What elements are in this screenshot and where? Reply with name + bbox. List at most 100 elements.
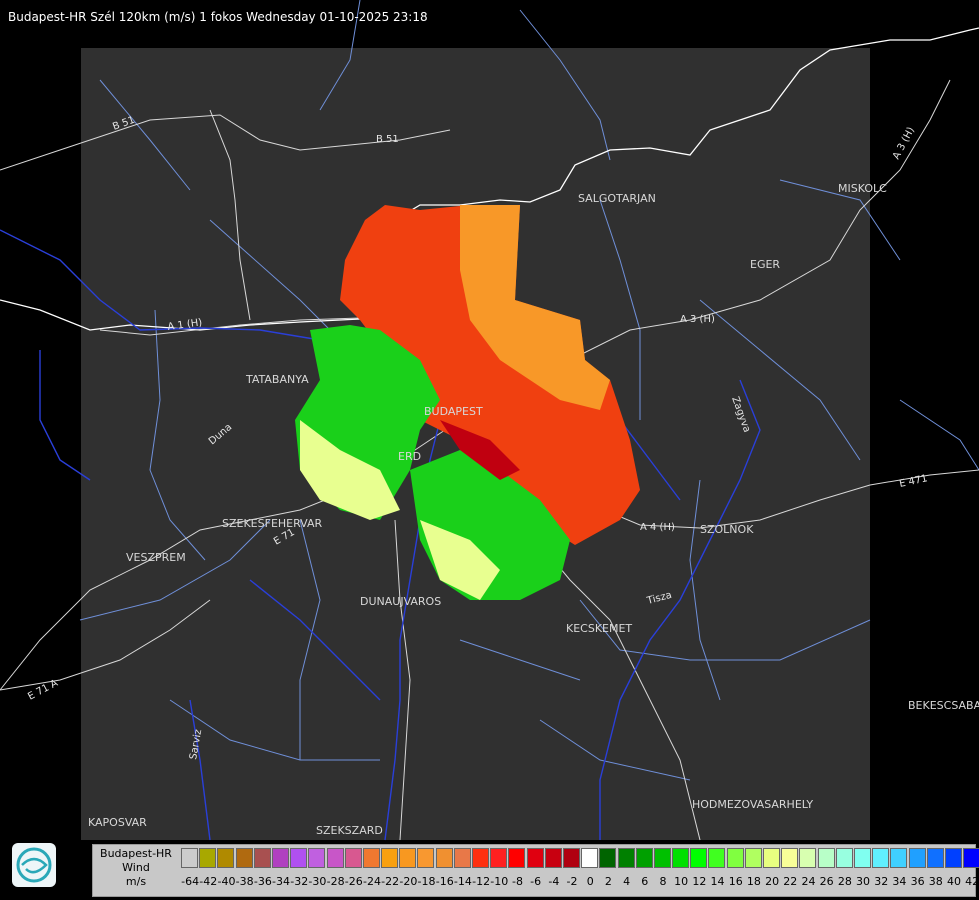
legend-tick-label: 8 (659, 875, 667, 888)
legend-swatch (799, 848, 817, 868)
legend-swatch (253, 848, 271, 868)
city-hodmezovasarhely: HODMEZOVASARHELY (692, 798, 813, 811)
legend-swatch (490, 848, 508, 868)
legend-swatch (672, 848, 690, 868)
city-kecskemet: KECSKEMET (566, 622, 632, 635)
city-budapest: BUDAPEST (424, 405, 483, 418)
legend-tick-label: 12 (692, 875, 707, 888)
legend-tick-label: -8 (511, 875, 523, 888)
legend-title-line-2: Wind (122, 861, 150, 874)
legend-swatch (835, 848, 853, 868)
legend-swatch (763, 848, 780, 868)
city-szekesfehervar: SZEKESFEHERVAR (222, 517, 323, 530)
legend-tick-label: -40 (217, 875, 236, 888)
legend-swatch (381, 848, 399, 868)
road-label-b51-east: B 51 (376, 134, 399, 145)
radar-map: SALGOTARJAN MISKOLC EGER TATABANYA BUDAP… (0, 0, 979, 900)
city-szekszard: SZEKSZARD (316, 824, 383, 837)
city-veszprem: VESZPREM (126, 551, 186, 564)
legend-swatch (217, 848, 235, 868)
legend-tick-label: 16 (728, 875, 743, 888)
legend-tick-label: -16 (435, 875, 454, 888)
legend-swatch (872, 848, 890, 868)
legend-swatch (308, 848, 326, 868)
city-tatabanya: TATABANYA (245, 373, 309, 386)
legend-swatch (817, 848, 835, 868)
legend-tick-label: 2 (604, 875, 612, 888)
legend-tick-label: -10 (490, 875, 509, 888)
legend-tick-label: -4 (548, 875, 560, 888)
legend-swatch (326, 848, 344, 868)
legend-swatch (599, 848, 617, 868)
legend-tick-label: -38 (235, 875, 254, 888)
legend-swatch (199, 848, 217, 868)
legend-swatch (708, 848, 726, 868)
legend-tick-label: -6 (530, 875, 542, 888)
legend-swatch (635, 848, 653, 868)
legend-swatch (890, 848, 908, 868)
legend-tick-label: -12 (472, 875, 491, 888)
legend-swatch (617, 848, 635, 868)
legend-swatch (963, 848, 979, 868)
legend-tick-label: 26 (819, 875, 834, 888)
legend-tick-label: 40 (946, 875, 961, 888)
city-bekescsaba: BEKESCSABA (908, 699, 979, 712)
legend-tick-label: 34 (892, 875, 907, 888)
legend-tick-label: 28 (837, 875, 852, 888)
legend-tick-label: -30 (308, 875, 327, 888)
city-salgotarjan: SALGOTARJAN (578, 192, 656, 205)
legend-tick-label: 38 (928, 875, 943, 888)
legend-swatch (290, 848, 308, 868)
legend-tick-label: -18 (417, 875, 436, 888)
legend-tick-label: -2 (566, 875, 578, 888)
legend-tick-label: -20 (399, 875, 418, 888)
legend-swatch (653, 848, 671, 868)
legend-tick-label: -64 (181, 875, 200, 888)
legend-swatch (690, 848, 708, 868)
legend-tick-label: 20 (765, 875, 780, 888)
legend-tick-label: -42 (199, 875, 218, 888)
legend-swatch (781, 848, 799, 868)
legend-tick-label: -36 (253, 875, 272, 888)
legend-tick-label: 24 (801, 875, 816, 888)
legend-ticks: -64 -42 -40 -38 -36 -34 -32 -30 -28 -26 -24 -22 -20-… (181, 875, 979, 888)
legend-swatch (417, 848, 435, 868)
legend-swatch (271, 848, 289, 868)
legend-swatch (908, 848, 926, 868)
legend-tick-label: -32 (290, 875, 309, 888)
legend-swatch (581, 848, 599, 868)
legend-tick-label: 32 (874, 875, 889, 888)
legend-swatch (399, 848, 417, 868)
legend-tick-label: 10 (674, 875, 689, 888)
legend-tick-label: 6 (641, 875, 649, 888)
legend-swatch (362, 848, 380, 868)
map-title: Budapest-HR Szél 120km (m/s) 1 fokos Wed… (8, 10, 428, 24)
road-label-a4: A 4 (H) (640, 522, 675, 533)
legend-swatch (526, 848, 544, 868)
legend-swatch (508, 848, 526, 868)
legend-title-line-3: m/s (125, 875, 147, 888)
legend-tick-label: 42 (965, 875, 979, 888)
legend-tick-label: -34 (272, 875, 291, 888)
city-erd: ERD (398, 450, 421, 463)
legend-swatch (544, 848, 562, 868)
legend-tick-label: 0 (586, 875, 594, 888)
legend-swatch (726, 848, 744, 868)
legend-tick-label: 18 (746, 875, 761, 888)
legend-tick-label: -28 (326, 875, 345, 888)
legend-tick-label: 22 (783, 875, 798, 888)
legend-tick-label: 36 (910, 875, 925, 888)
legend-swatch (453, 848, 471, 868)
legend-swatch (235, 848, 253, 868)
logo-icon (12, 843, 56, 887)
legend-swatch (435, 848, 453, 868)
legend-tick-label: 30 (856, 875, 871, 888)
legend-swatch (562, 848, 580, 868)
city-eger: EGER (750, 258, 780, 271)
legend-tick-label: 4 (623, 875, 631, 888)
color-legend: Budapest-HR Wind m/s -64 -42 -40 -38 -36 -34-… (92, 844, 979, 897)
road-label-a3: A 3 (H) (680, 314, 715, 325)
legend-swatch (344, 848, 362, 868)
legend-swatch (181, 848, 198, 868)
legend-swatch (926, 848, 944, 868)
